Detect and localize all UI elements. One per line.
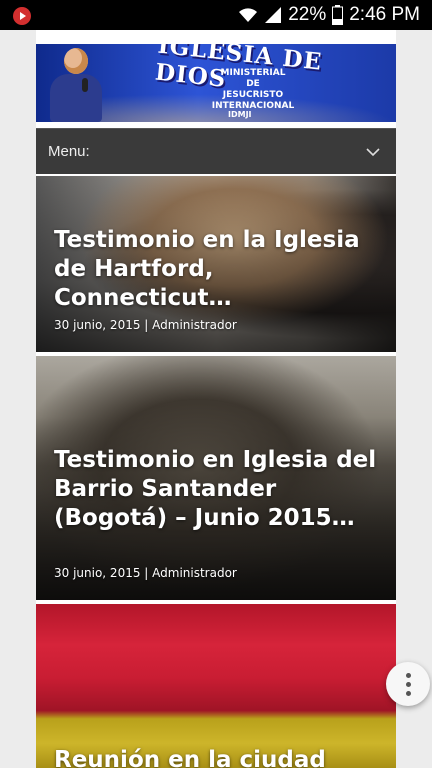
- banner-photo-head: [64, 48, 88, 74]
- post-card[interactable]: Reunión en la ciudad: [36, 604, 396, 768]
- youtube-icon: [13, 7, 31, 25]
- menu-label: Menu:: [48, 143, 90, 160]
- post-meta: 30 junio, 2015 | Administrador: [54, 318, 237, 332]
- more-vertical-icon-dot: [405, 672, 411, 678]
- post-title[interactable]: Testimonio en la Iglesia de Hartford, Co…: [54, 226, 382, 313]
- banner-subtitle-line: DE: [246, 79, 260, 89]
- banner-subtitle-line: MINISTERIAL: [220, 68, 286, 78]
- more-options-button[interactable]: [386, 662, 430, 706]
- post-title[interactable]: Testimonio en Iglesia del Barrio Santand…: [54, 446, 382, 533]
- post-meta: 30 junio, 2015 | Administrador: [54, 566, 237, 580]
- microphone-icon: [82, 78, 88, 92]
- banner-subtitle-line: INTERNACIONAL: [211, 101, 295, 111]
- menu-toggle[interactable]: Menu:: [36, 128, 396, 174]
- banner-subtitle: MINISTERIAL DE JESUCRISTO INTERNACIONAL: [198, 68, 308, 112]
- wifi-icon: [239, 8, 258, 22]
- banner-photo-body: [50, 74, 102, 122]
- status-icons: 22% 2:46 PM: [238, 4, 420, 26]
- banner-subtitle-line: JESUCRISTO: [222, 90, 284, 100]
- more-vertical-icon-dot: [405, 690, 411, 696]
- post-title[interactable]: Reunión en la ciudad: [54, 746, 382, 768]
- banner-photo: [44, 48, 106, 122]
- chevron-down-icon: [366, 147, 380, 156]
- post-card[interactable]: Testimonio en la Iglesia de Hartford, Co…: [36, 176, 396, 352]
- header-banner[interactable]: IGLESIA DE DIOS MINISTERIAL DE JESUCRIST…: [36, 44, 396, 122]
- post-card[interactable]: Testimonio en Iglesia del Barrio Santand…: [36, 356, 396, 600]
- clock: 2:46 PM: [349, 4, 420, 25]
- battery-percent: 22%: [288, 4, 327, 25]
- signal-icon: [265, 7, 282, 23]
- web-page: IGLESIA DE DIOS MINISTERIAL DE JESUCRIST…: [36, 30, 396, 768]
- status-bar: 22% 2:46 PM: [0, 0, 432, 30]
- banner-short-name: IDMJI: [228, 110, 252, 119]
- battery-icon: [332, 5, 344, 25]
- more-vertical-icon-dot: [405, 681, 411, 687]
